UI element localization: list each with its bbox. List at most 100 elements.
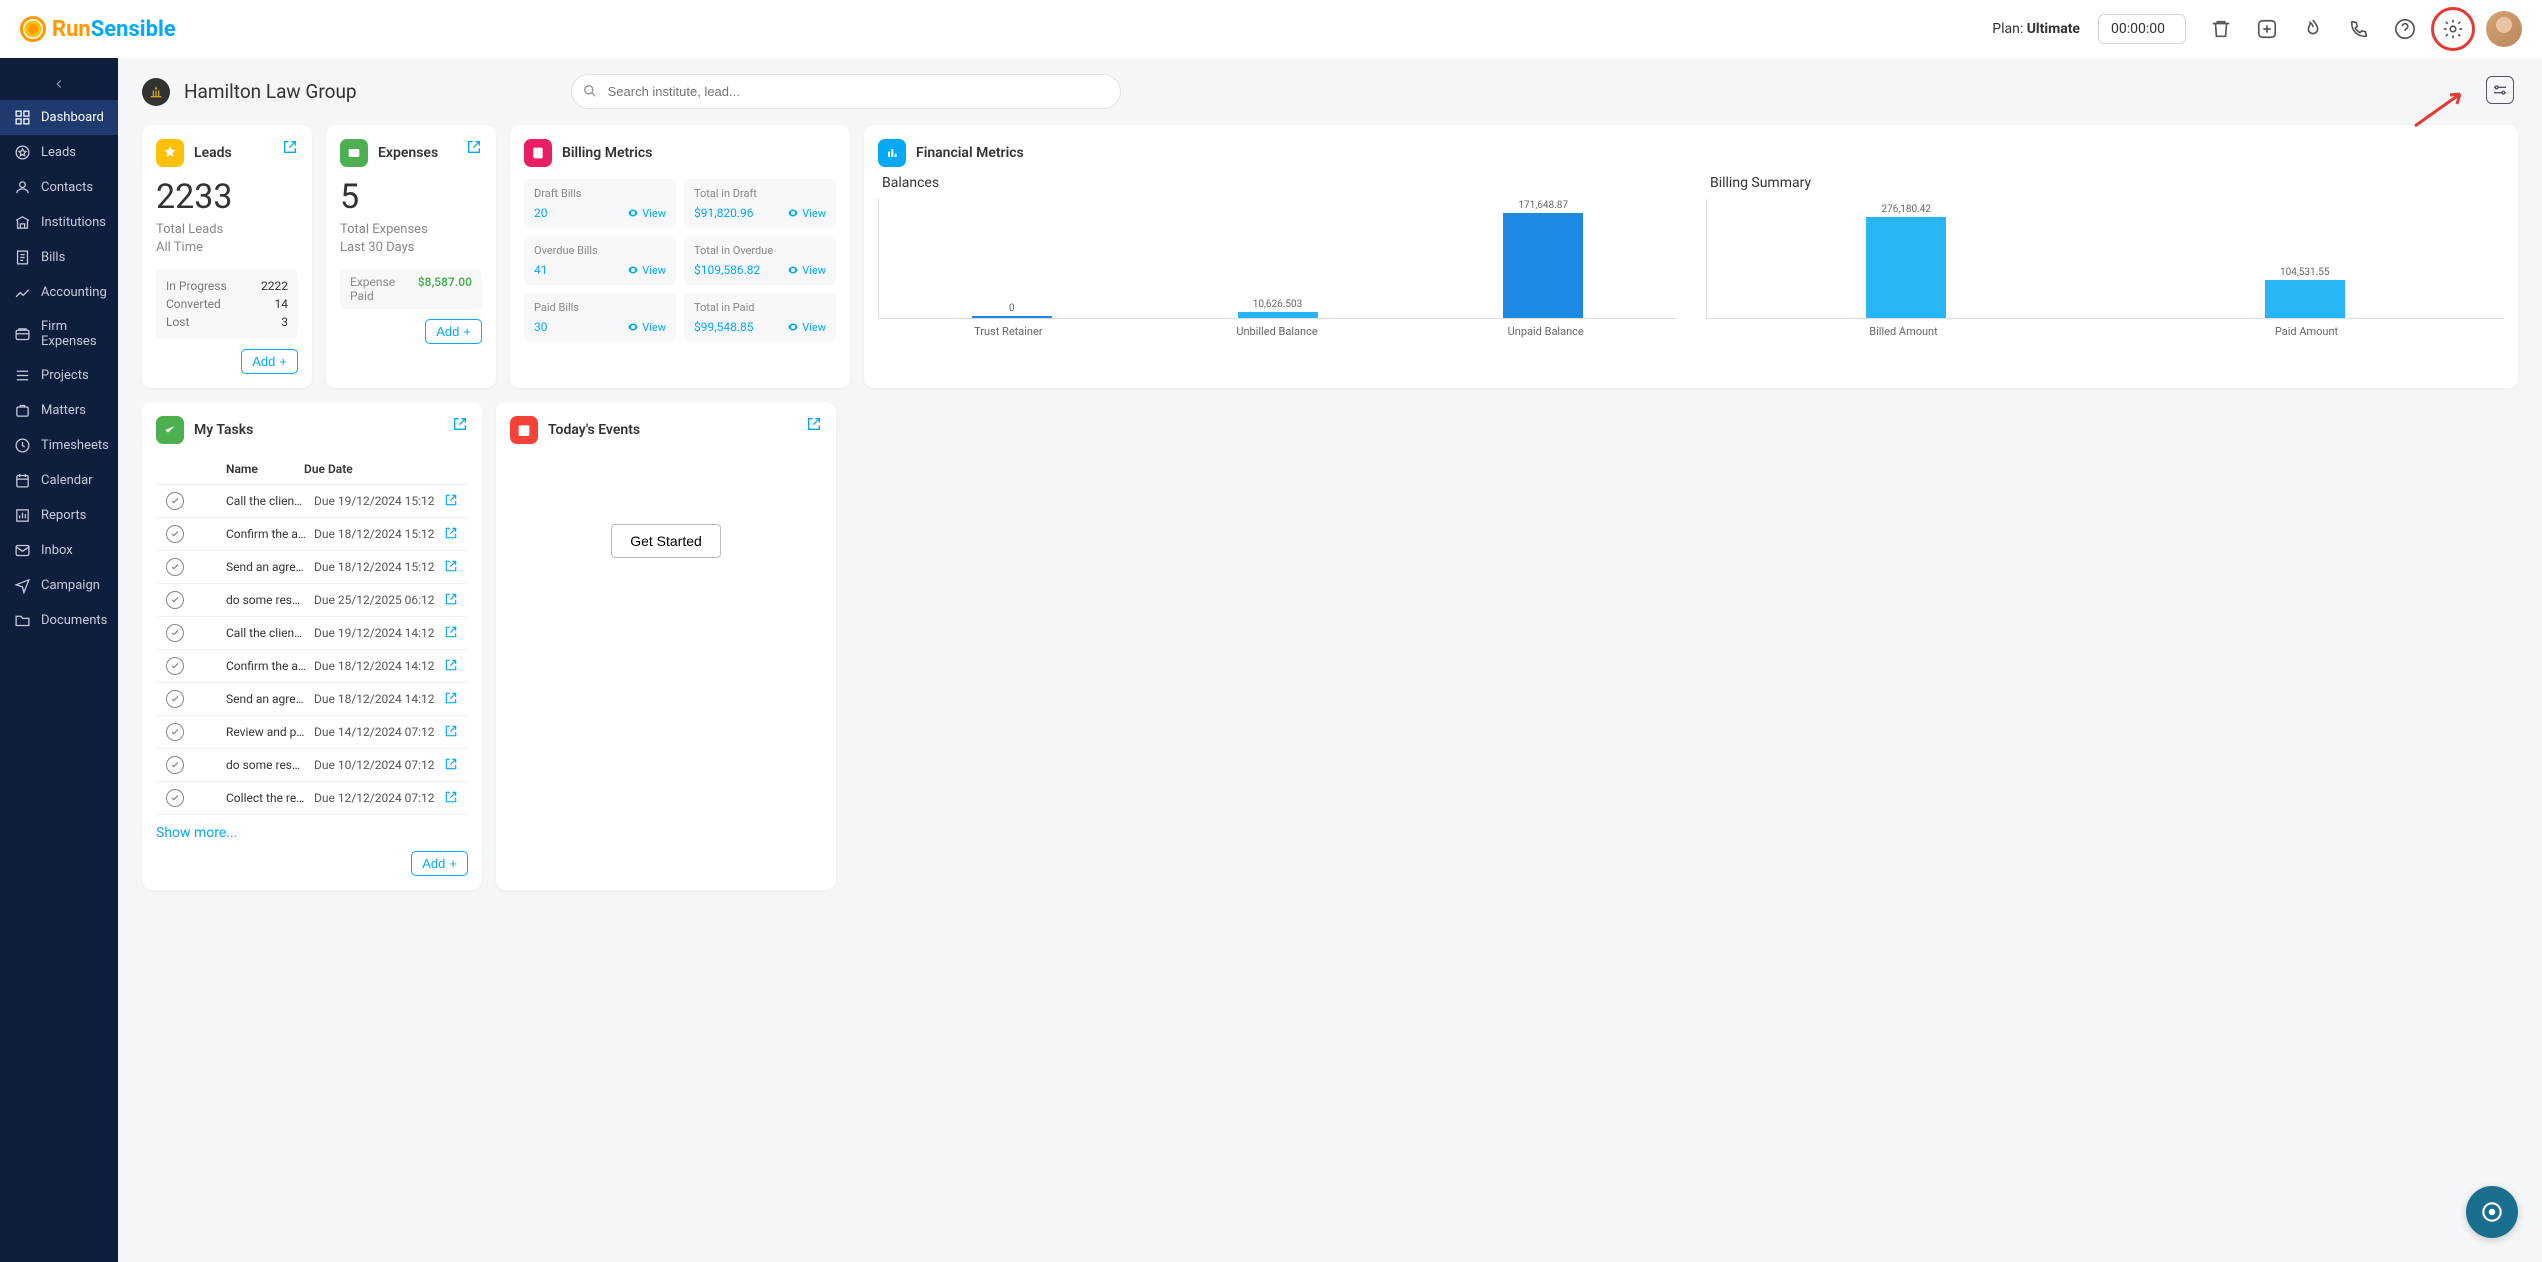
sidebar-item-reports[interactable]: Reports	[0, 498, 118, 533]
task-due: Due 19/12/2024 15:12	[314, 494, 444, 508]
sidebar-item-firm-expenses[interactable]: Firm Expenses	[0, 310, 118, 358]
task-open-icon[interactable]	[444, 559, 458, 576]
events-open-icon[interactable]	[806, 416, 822, 436]
check-icon[interactable]	[166, 558, 184, 576]
settings-icon[interactable]	[2431, 7, 2475, 51]
task-row[interactable]: Review and prepare th... Due 14/12/2024 …	[156, 716, 468, 749]
task-due: Due 18/12/2024 15:12	[314, 560, 444, 574]
collapse-sidebar[interactable]	[0, 68, 118, 100]
sidebar-item-contacts[interactable]: Contacts	[0, 170, 118, 205]
logo-icon	[20, 16, 46, 42]
tasks-add-button[interactable]: Add+	[411, 851, 468, 876]
leads-title: Leads	[194, 145, 232, 161]
quick-add-icon[interactable]	[2247, 9, 2287, 49]
leads-add-button[interactable]: Add+	[241, 349, 298, 374]
view-link[interactable]: View	[787, 264, 826, 277]
task-open-icon[interactable]	[444, 493, 458, 510]
task-row[interactable]: Confirm the agreement... Due 18/12/2024 …	[156, 650, 468, 683]
sidebar-item-dashboard[interactable]: Dashboard	[0, 100, 118, 135]
phone-icon[interactable]	[2339, 9, 2379, 49]
leads-count: 2233	[156, 177, 298, 217]
sidebar-item-campaign[interactable]: Campaign	[0, 568, 118, 603]
check-icon[interactable]	[166, 525, 184, 543]
task-name: Review and prepare th...	[226, 725, 314, 739]
tasks-col-name: Name	[226, 462, 304, 476]
task-row[interactable]: Call the client for the a... Due 19/12/2…	[156, 617, 468, 650]
task-open-icon[interactable]	[444, 658, 458, 675]
expenses-icon	[340, 139, 368, 167]
view-link[interactable]: View	[627, 321, 666, 334]
sidebar-item-leads[interactable]: Leads	[0, 135, 118, 170]
sidebar: Dashboard Leads Contacts Institutions Bi…	[0, 58, 118, 1262]
billing-metric-cell: Total in Draft $91,820.96 View	[684, 179, 836, 228]
check-icon[interactable]	[166, 723, 184, 741]
tasks-col-due: Due Date	[304, 462, 434, 476]
view-link[interactable]: View	[627, 207, 666, 220]
search-input[interactable]	[571, 74, 1121, 109]
check-icon[interactable]	[166, 657, 184, 675]
sidebar-item-projects[interactable]: Projects	[0, 358, 118, 393]
task-open-icon[interactable]	[444, 691, 458, 708]
task-row[interactable]: Send an agreement Due 18/12/2024 14:12	[156, 683, 468, 716]
check-icon[interactable]	[166, 624, 184, 642]
expenses-count: 5	[340, 177, 482, 217]
expenses-open-icon[interactable]	[466, 139, 482, 159]
get-started-button[interactable]: Get Started	[611, 524, 721, 558]
view-link[interactable]: View	[787, 321, 826, 334]
billing-metric-cell: Total in Overdue $109,586.82 View	[684, 236, 836, 285]
leads-icon	[156, 139, 184, 167]
timer-button[interactable]: 00:00:00	[2098, 14, 2186, 44]
task-name: Send an agreement	[226, 560, 314, 574]
task-open-icon[interactable]	[444, 592, 458, 609]
chart-bar	[2265, 280, 2345, 318]
check-icon[interactable]	[166, 591, 184, 609]
task-row[interactable]: Collect the required do... Due 12/12/202…	[156, 782, 468, 815]
show-more-link[interactable]: Show more...	[156, 825, 468, 841]
billing-icon	[524, 139, 552, 167]
billing-title: Billing Metrics	[562, 145, 652, 161]
task-due: Due 18/12/2024 14:12	[314, 692, 444, 706]
check-icon[interactable]	[166, 756, 184, 774]
help-icon[interactable]	[2385, 9, 2425, 49]
task-open-icon[interactable]	[444, 625, 458, 642]
sidebar-item-timesheets[interactable]: Timesheets	[0, 428, 118, 463]
avatar[interactable]	[2486, 11, 2522, 47]
task-open-icon[interactable]	[444, 790, 458, 807]
sidebar-item-inbox[interactable]: Inbox	[0, 533, 118, 568]
billing-metric-cell: Paid Bills 30 View	[524, 293, 676, 342]
task-row[interactable]: do some researches a... Due 10/12/2024 0…	[156, 749, 468, 782]
task-open-icon[interactable]	[444, 724, 458, 741]
leads-open-icon[interactable]	[282, 139, 298, 159]
tasks-open-icon[interactable]	[452, 416, 468, 436]
check-icon[interactable]	[166, 789, 184, 807]
view-link[interactable]: View	[787, 207, 826, 220]
brand-text-2: Sensible	[91, 17, 176, 42]
task-open-icon[interactable]	[444, 526, 458, 543]
chart-category: Unbilled Balance	[1147, 325, 1408, 338]
brand-logo[interactable]: RunSensible	[20, 16, 176, 42]
task-row[interactable]: Call the client for the a... Due 19/12/2…	[156, 485, 468, 518]
task-row[interactable]: Send an agreement Due 18/12/2024 15:12	[156, 551, 468, 584]
billing-metric-cell: Draft Bills 20 View	[524, 179, 676, 228]
task-open-icon[interactable]	[444, 757, 458, 774]
task-due: Due 14/12/2024 07:12	[314, 725, 444, 739]
widget-config-button[interactable]	[2486, 76, 2514, 104]
task-row[interactable]: do some researches a... Due 25/12/2025 0…	[156, 584, 468, 617]
check-icon[interactable]	[166, 690, 184, 708]
chart-balances-title: Balances	[878, 175, 1676, 191]
sidebar-item-bills[interactable]: Bills	[0, 240, 118, 275]
task-due: Due 19/12/2024 14:12	[314, 626, 444, 640]
sidebar-item-calendar[interactable]: Calendar	[0, 463, 118, 498]
view-link[interactable]: View	[627, 264, 666, 277]
flame-icon[interactable]	[2293, 9, 2333, 49]
sidebar-item-accounting[interactable]: Accounting	[0, 275, 118, 310]
task-row[interactable]: Confirm the agreement... Due 18/12/2024 …	[156, 518, 468, 551]
sidebar-item-institutions[interactable]: Institutions	[0, 205, 118, 240]
chat-fab[interactable]	[2466, 1186, 2518, 1238]
check-icon[interactable]	[166, 492, 184, 510]
trash-icon[interactable]	[2201, 9, 2241, 49]
expenses-add-button[interactable]: Add+	[425, 319, 482, 344]
sidebar-item-documents[interactable]: Documents	[0, 603, 118, 638]
task-name: Confirm the agreement...	[226, 527, 314, 541]
sidebar-item-matters[interactable]: Matters	[0, 393, 118, 428]
